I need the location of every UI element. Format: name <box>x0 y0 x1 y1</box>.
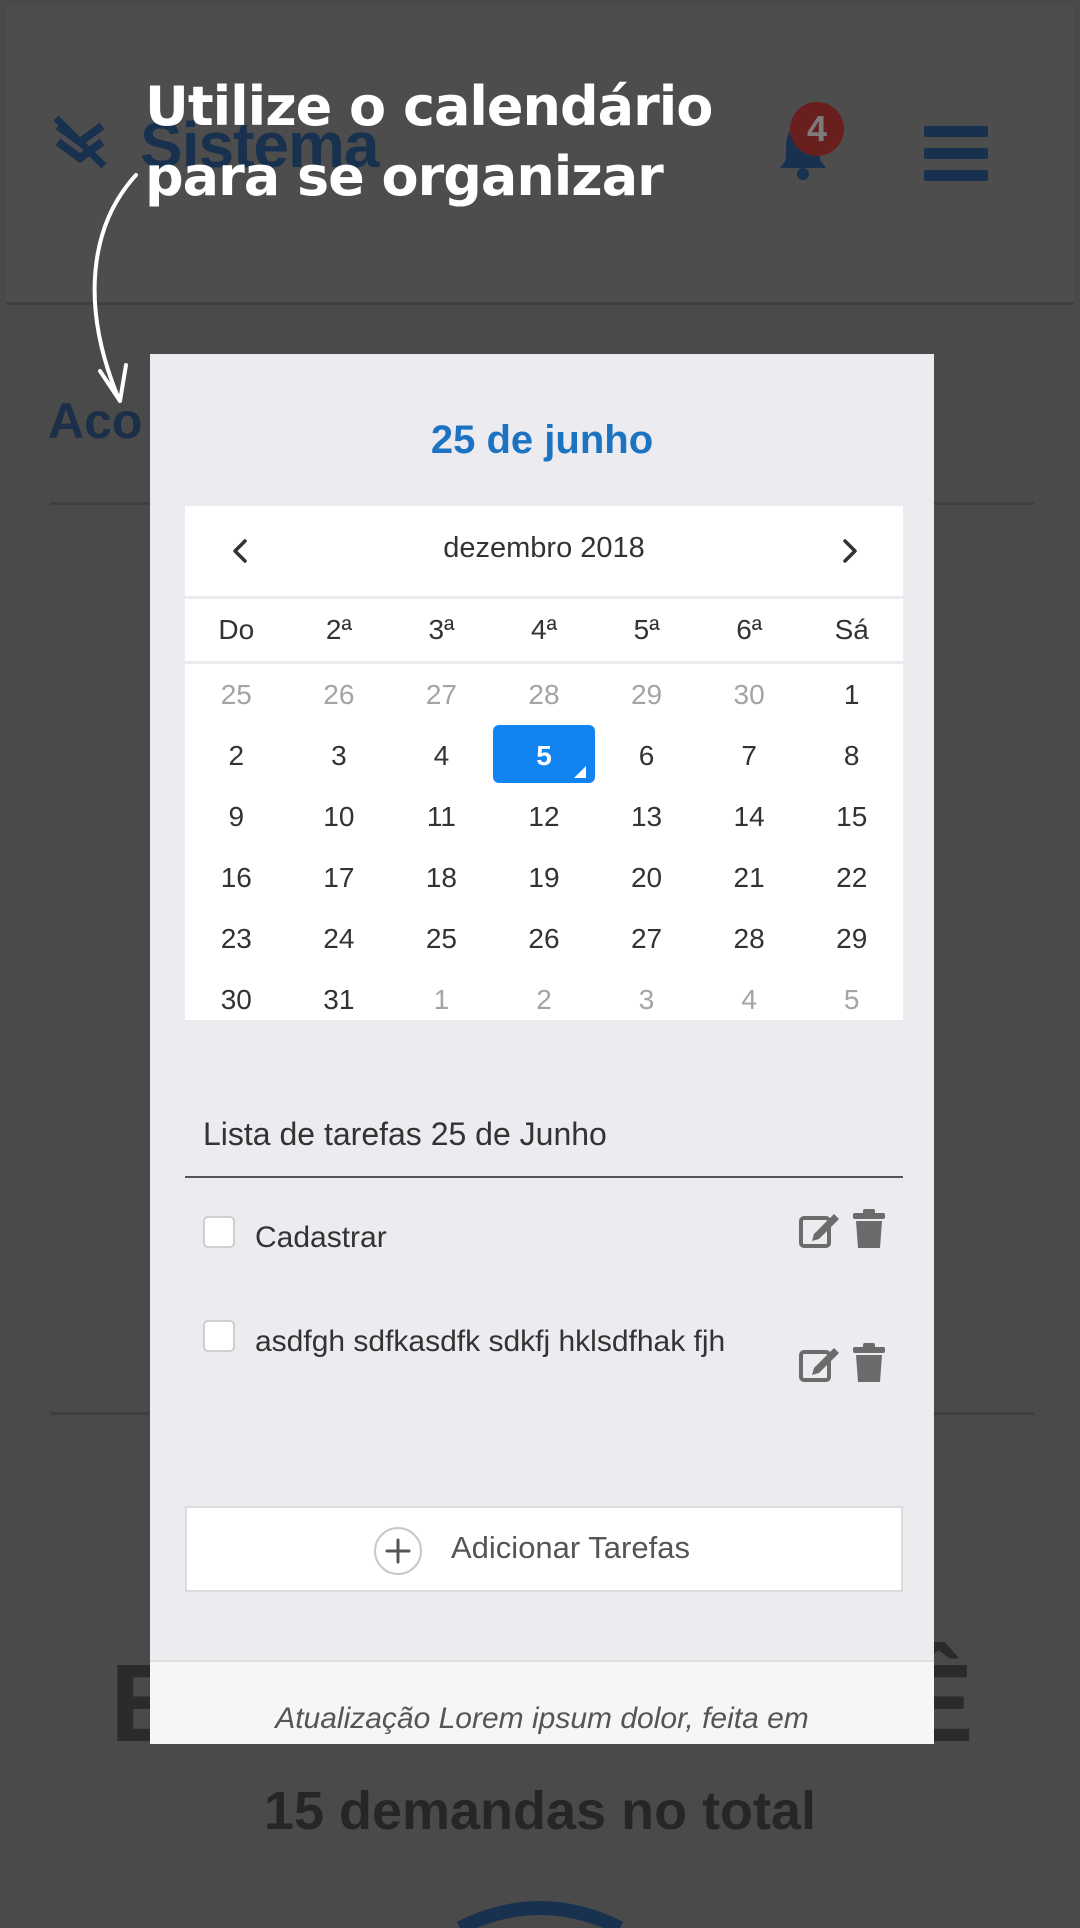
calendar-day-selected[interactable]: 5 <box>492 725 596 786</box>
calendar-day[interactable]: 30 <box>185 969 288 1030</box>
calendar-day[interactable]: 29 <box>800 908 903 969</box>
calendar-month[interactable]: dezembro 2018 <box>185 532 903 565</box>
divider <box>185 1176 903 1178</box>
calendar-day[interactable]: 20 <box>595 847 698 908</box>
trash-icon[interactable] <box>851 1342 887 1384</box>
calendar-day[interactable]: 11 <box>390 786 493 847</box>
chevron-right-icon[interactable] <box>829 531 869 571</box>
calendar-grid: 25 26 27 28 29 30 1 2 3 4 5 6 7 8 9 10 11 12 13 14 15 16 17 18 1… <box>185 664 903 1020</box>
logo-icon <box>53 115 107 169</box>
weekday-label: 4ª <box>531 614 557 645</box>
calendar-day[interactable]: 26 <box>493 908 596 969</box>
calendar-day[interactable]: 7 <box>698 725 801 786</box>
calendar-day[interactable]: 23 <box>185 908 288 969</box>
calendar-nav: dezembro 2018 <box>185 506 903 599</box>
edit-icon[interactable] <box>798 1210 840 1250</box>
chart-arc <box>456 1901 624 1928</box>
calendar-day[interactable]: 9 <box>185 786 288 847</box>
task-checkbox[interactable] <box>203 1216 235 1248</box>
weekday-label: 2ª <box>325 614 352 645</box>
trash-icon[interactable] <box>851 1208 887 1250</box>
calendar-day[interactable]: 5 <box>800 969 903 1030</box>
calendar-day[interactable]: 22 <box>800 847 903 908</box>
annotation-text: Utilize o calendário para se organizar <box>145 75 713 208</box>
task-text: asdfgh sdfkasdfk sdkfj hklsdfhak fjh <box>255 1325 726 1358</box>
task-checkbox[interactable] <box>203 1320 235 1352</box>
calendar-day[interactable]: 19 <box>493 847 596 908</box>
calendar-day[interactable]: 1 <box>390 969 493 1030</box>
calendar-day[interactable]: 10 <box>288 786 391 847</box>
calendar-day[interactable]: 29 <box>595 664 698 725</box>
weekday-label: Sá <box>834 614 869 645</box>
weekday-label: 5ª <box>633 614 660 645</box>
calendar-day[interactable]: 1 <box>800 664 903 725</box>
calendar-day[interactable]: 24 <box>288 908 391 969</box>
calendar: dezembro 2018 Do 2ª 3ª 4ª 5ª 6ª Sá 25 26 27 28 29 3… <box>185 506 903 1020</box>
calendar-day[interactable]: 3 <box>595 969 698 1030</box>
calendar-day[interactable]: 6 <box>595 725 698 786</box>
calendar-day[interactable]: 4 <box>698 969 801 1030</box>
modal-footer: Atualização Lorem ipsum dolor, feita em <box>150 1660 934 1744</box>
calendar-day[interactable]: 4 <box>390 725 493 786</box>
calendar-modal: 25 de junho dezembro 2018 Do 2ª 3ª 4ª 5ª 6ª Sá… <box>150 354 934 1744</box>
calendar-day[interactable]: 21 <box>698 847 801 908</box>
add-task-button[interactable]: Adicionar Tarefas <box>185 1506 903 1592</box>
weekday-label: 3ª <box>428 614 455 645</box>
calendar-day[interactable]: 25 <box>390 908 493 969</box>
hamburger-menu-icon[interactable] <box>924 126 988 182</box>
calendar-day[interactable]: 27 <box>390 664 493 725</box>
edit-icon[interactable] <box>798 1344 840 1384</box>
weekday-label: Do <box>218 614 255 645</box>
calendar-day[interactable]: 25 <box>185 664 288 725</box>
calendar-day[interactable]: 18 <box>390 847 493 908</box>
task-text: Cadastrar <box>255 1221 387 1254</box>
calendar-day[interactable]: 28 <box>698 908 801 969</box>
calendar-day[interactable]: 26 <box>288 664 391 725</box>
weekday-header: Do 2ª 3ª 4ª 5ª 6ª Sá <box>185 599 903 664</box>
calendar-day[interactable]: 15 <box>800 786 903 847</box>
calendar-day[interactable]: 12 <box>493 786 596 847</box>
total-demands: 15 demandas no total <box>263 1781 817 1841</box>
weekday-label: 6ª <box>736 614 763 645</box>
calendar-day[interactable]: 8 <box>800 725 903 786</box>
modal-title: 25 de junho <box>430 418 654 462</box>
calendar-day[interactable]: 17 <box>288 847 391 908</box>
calendar-day[interactable]: 30 <box>698 664 801 725</box>
calendar-day[interactable]: 2 <box>185 725 288 786</box>
calendar-day[interactable]: 3 <box>288 725 391 786</box>
calendar-day[interactable]: 14 <box>698 786 801 847</box>
add-task-label: Adicionar Tarefas <box>451 1530 690 1565</box>
calendar-day[interactable]: 27 <box>595 908 698 969</box>
plus-circle-icon <box>374 1527 422 1575</box>
update-text: Atualização Lorem ipsum dolor, feita em <box>275 1702 809 1735</box>
calendar-day[interactable]: 13 <box>595 786 698 847</box>
calendar-day[interactable]: 31 <box>288 969 391 1030</box>
task-list-title: Lista de tarefas 25 de Junho <box>203 1116 607 1152</box>
calendar-day[interactable]: 2 <box>493 969 596 1030</box>
calendar-day[interactable]: 16 <box>185 847 288 908</box>
calendar-day[interactable]: 28 <box>493 664 596 725</box>
